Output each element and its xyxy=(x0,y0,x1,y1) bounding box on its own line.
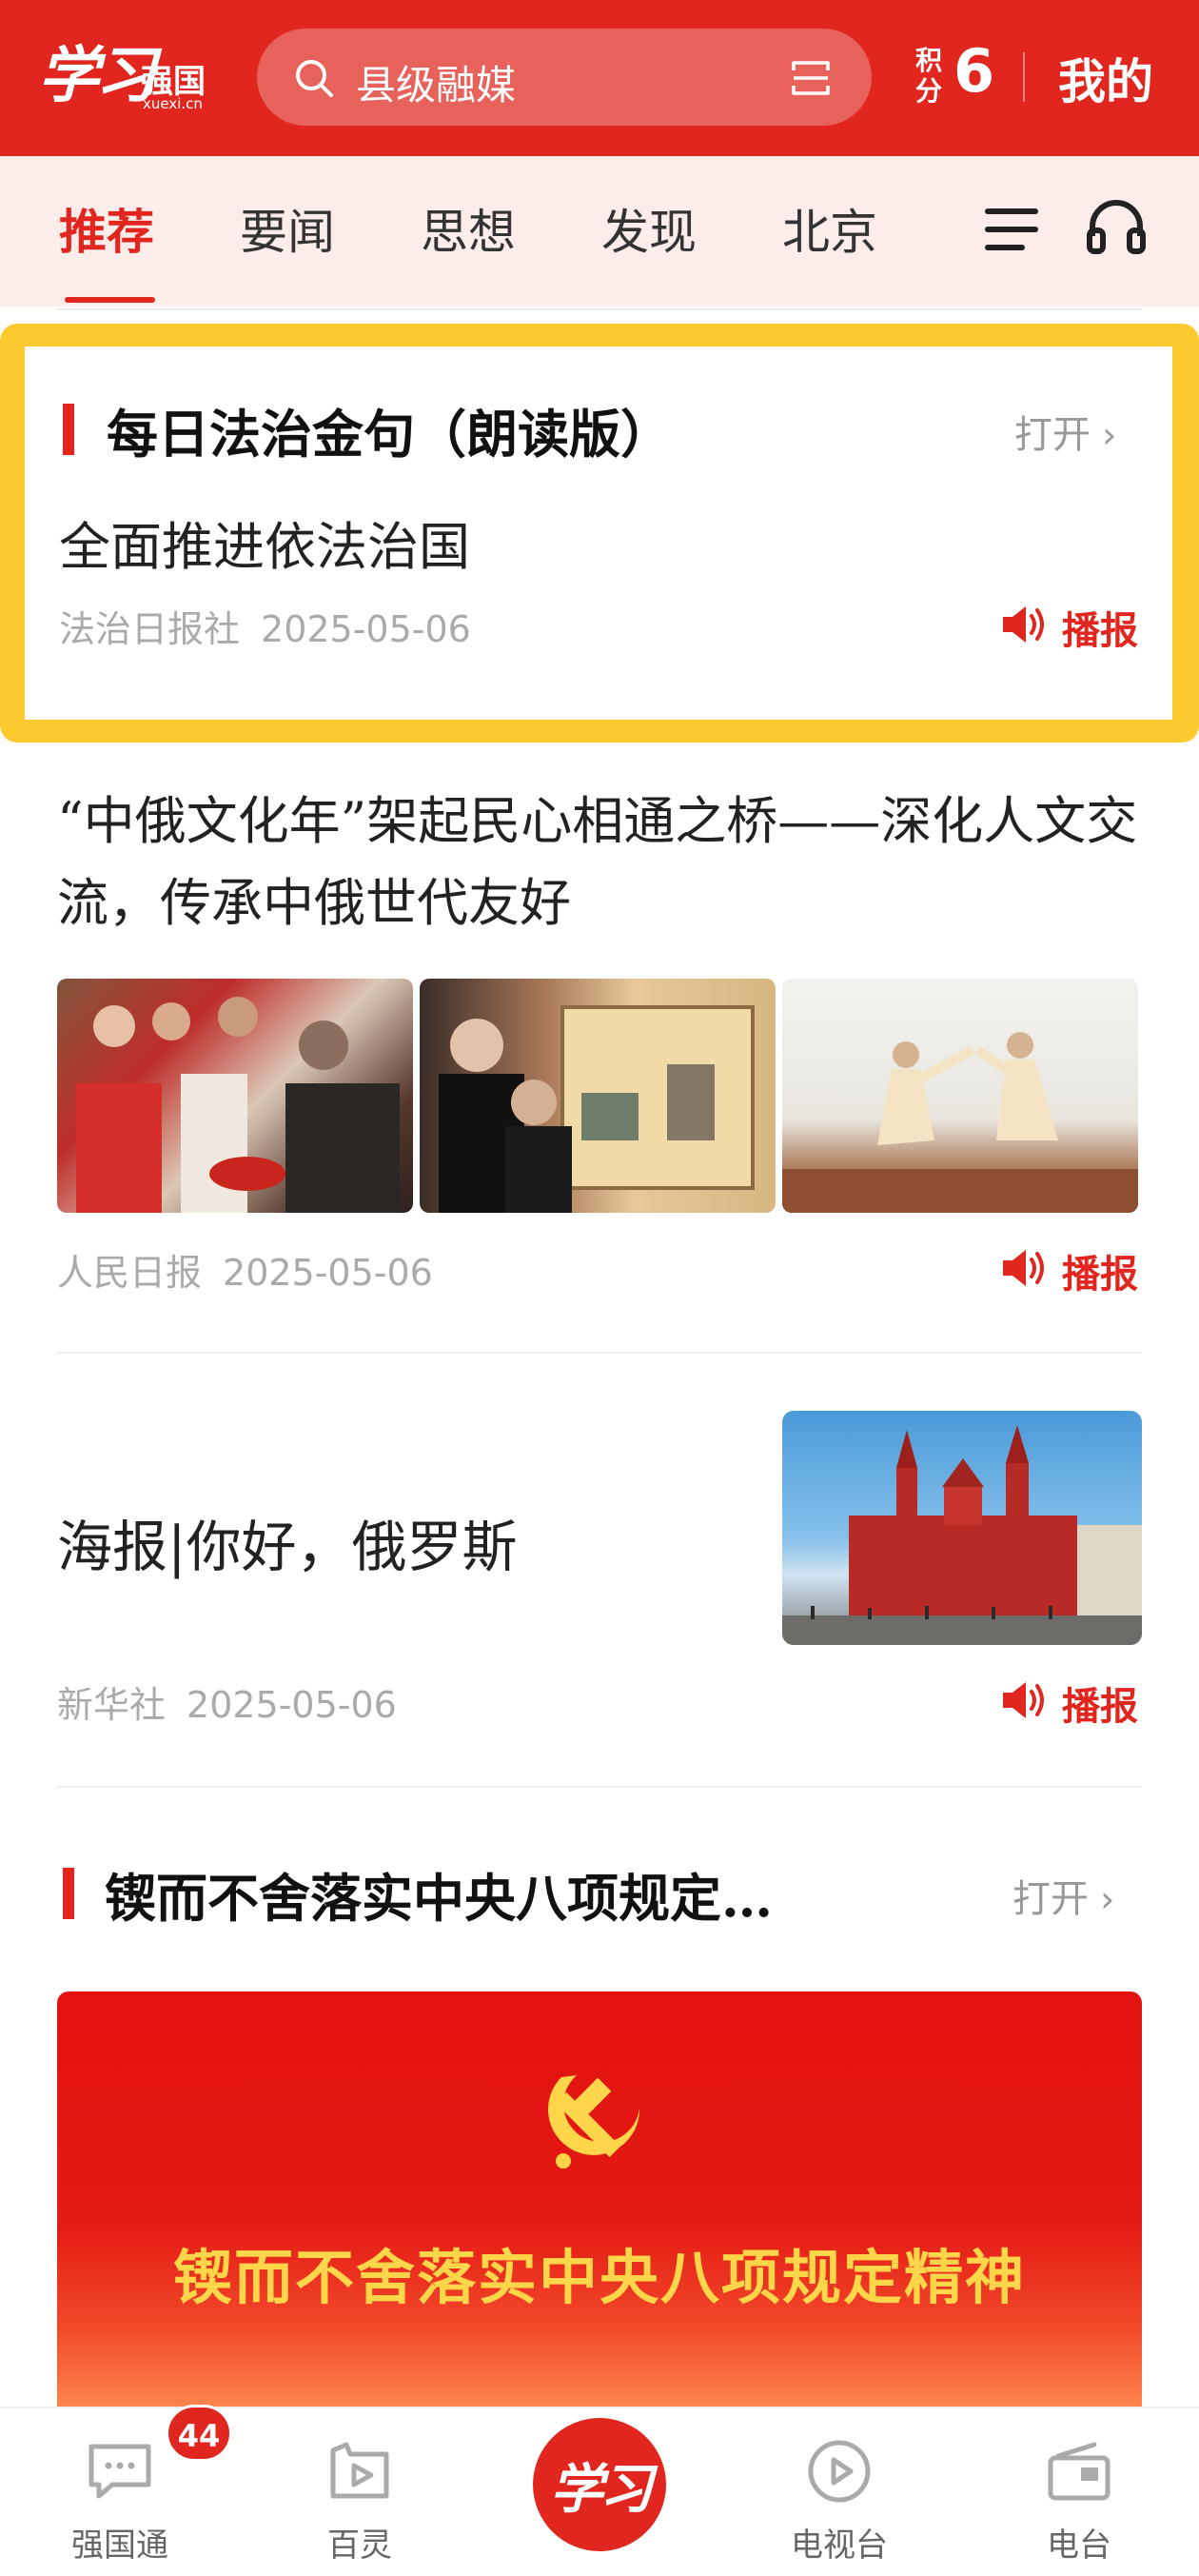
nav-tv[interactable]: 电视台 xyxy=(744,2408,934,2576)
open-label: 打开 xyxy=(1012,1877,1089,1921)
card-inner: 每日法治金句（朗读版） 打开 › 全面推进依法治国 法治日报社 2025-05-0… xyxy=(25,347,1172,720)
tabs-divider xyxy=(57,308,1142,310)
article-meta: 新华社 2025-05-06 xyxy=(57,1675,397,1728)
article-date: 2025-05-06 xyxy=(187,1684,397,1726)
play-broadcast-button[interactable]: 播报 xyxy=(1001,1243,1153,1297)
speaker-icon xyxy=(1003,1682,1044,1718)
section-title[interactable]: 锲而不舍落实中央八项规定… xyxy=(105,1856,773,1932)
article-date: 2025-05-06 xyxy=(223,1252,433,1294)
article-title[interactable]: “中俄文化年”架起民心相通之桥——深化人文交流，传承中俄世代友好 xyxy=(57,781,1151,944)
article-thumbnail-2[interactable] xyxy=(420,979,776,1213)
nav-xuexi-center-button[interactable]: 学习 xyxy=(533,2418,666,2551)
headphone-icon[interactable] xyxy=(1087,198,1146,255)
chevron-right-icon: › xyxy=(1091,414,1117,456)
play-label: 播报 xyxy=(1062,1685,1138,1729)
search-icon xyxy=(296,60,333,97)
tab-discover[interactable]: 发现 xyxy=(601,194,697,263)
header-divider xyxy=(1023,52,1025,102)
article-thumbnail-3[interactable] xyxy=(782,979,1138,1213)
nav-qiangguotong[interactable]: 44 强国通 xyxy=(25,2405,232,2576)
play-broadcast-button[interactable]: 播报 xyxy=(1001,1675,1153,1729)
logo-domain-text: xuexi.cn xyxy=(143,95,203,112)
eight-rules-banner[interactable]: 锲而不舍落实中央八项规定精神 xyxy=(57,1991,1142,2414)
channel-tabs: 推荐 要闻 思想 发现 北京 xyxy=(0,156,1199,307)
open-link[interactable]: 打开 › xyxy=(1014,404,1116,459)
article-thumbnail[interactable] xyxy=(782,1411,1142,1645)
radio-icon xyxy=(1048,2442,1111,2501)
nav-label: 强国通 xyxy=(71,2526,168,2565)
search-placeholder: 县级融媒 xyxy=(356,62,517,109)
search-bar[interactable]: 县级融媒 xyxy=(257,29,872,126)
unread-badge: 44 xyxy=(166,2405,232,2462)
section-marker xyxy=(63,1868,74,1919)
photo-museum-image xyxy=(439,1005,755,1213)
nav-label: 电视台 xyxy=(791,2526,888,2565)
xuexi-logo[interactable]: 学习 强国 xuexi.cn xyxy=(38,27,219,112)
nav-radio[interactable]: 电台 xyxy=(984,2408,1174,2576)
points-label: 积分 xyxy=(915,45,943,107)
quote-source: 法治日报社 xyxy=(59,608,241,650)
article-title[interactable]: 海报|你好，俄罗斯 xyxy=(57,1502,518,1582)
play-label: 播报 xyxy=(1062,609,1138,653)
quote-date: 2025-05-06 xyxy=(261,608,471,650)
active-tab-indicator xyxy=(65,297,155,303)
section-marker xyxy=(63,404,74,455)
tab-thought[interactable]: 思想 xyxy=(421,194,516,263)
tab-news[interactable]: 要闻 xyxy=(240,194,335,263)
points-value: 6 xyxy=(953,36,995,106)
nav-label: 百灵 xyxy=(327,2526,392,2565)
feed-divider xyxy=(57,1786,1142,1788)
speaker-icon xyxy=(1003,606,1044,643)
tv-play-icon xyxy=(808,2440,871,2503)
article-thumbnail-1[interactable] xyxy=(57,979,413,1213)
menu-icon[interactable] xyxy=(984,206,1039,253)
hammer-sickle-icon xyxy=(548,2075,640,2169)
tab-recommend[interactable]: 推荐 xyxy=(59,194,154,263)
play-label: 播报 xyxy=(1062,1253,1138,1297)
daily-law-quote-card[interactable]: 每日法治金句（朗读版） 打开 › 全面推进依法治国 法治日报社 2025-05-0… xyxy=(0,324,1199,743)
quote-meta: 法治日报社 2025-05-06 xyxy=(59,600,471,652)
photo-taichi-image xyxy=(782,1032,1138,1213)
speaker-icon xyxy=(1003,1250,1044,1286)
quote-headline[interactable]: 全面推进依法治国 xyxy=(59,505,470,580)
xuexi-logo-icon: 学习 xyxy=(550,2458,653,2521)
chat-icon xyxy=(88,2444,151,2499)
tab-beijing[interactable]: 北京 xyxy=(782,194,877,263)
feed-divider xyxy=(57,1352,1142,1354)
open-link[interactable]: 打开 › xyxy=(1012,1868,1114,1923)
chevron-right-icon: › xyxy=(1089,1878,1115,1920)
open-label: 打开 xyxy=(1014,413,1091,457)
nav-label: 电台 xyxy=(1047,2526,1111,2565)
nav-bailing[interactable]: 百灵 xyxy=(265,2408,455,2576)
banner-text: 锲而不舍落实中央八项规定精神 xyxy=(172,2243,1026,2312)
play-broadcast-button[interactable]: 播报 xyxy=(1001,600,1163,653)
app-header: 学习 强国 xuexi.cn 县级融媒 积分 6 我的 xyxy=(0,0,1199,156)
article-meta: 人民日报 2025-05-06 xyxy=(57,1243,433,1296)
section-title: 每日法治金句（朗读版） xyxy=(107,404,672,465)
video-play-icon xyxy=(330,2442,389,2499)
mine-button[interactable]: 我的 xyxy=(1058,44,1153,112)
article-source: 人民日报 xyxy=(57,1252,203,1294)
logo-main-text: 学习 xyxy=(38,40,156,111)
photo-calligraphy-image xyxy=(57,979,413,1213)
photo-red-square-image xyxy=(782,1425,1142,1645)
article-source: 新华社 xyxy=(57,1684,167,1726)
scan-icon[interactable] xyxy=(790,57,832,99)
